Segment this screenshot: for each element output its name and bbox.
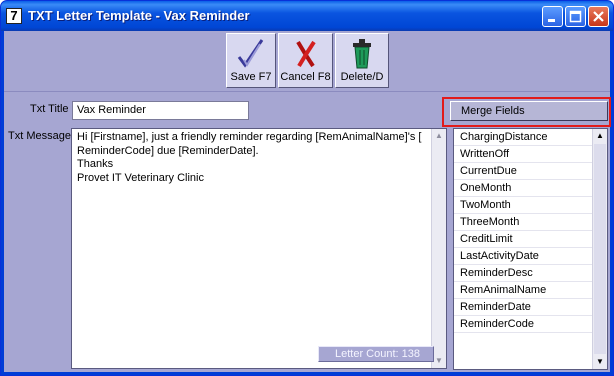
- window-title: TXT Letter Template - Vax Reminder: [28, 8, 250, 23]
- txt-title-label: Txt Title: [30, 103, 69, 115]
- letter-count: Letter Count: 138: [318, 346, 434, 362]
- merge-field-item[interactable]: OneMonth: [454, 180, 594, 197]
- cancel-label: Cancel F8: [280, 71, 331, 83]
- txt-message-label: Txt Message: [8, 130, 71, 142]
- txt-message-textarea[interactable]: Hi [Firstname], just a friendly reminder…: [71, 128, 447, 369]
- title-bar[interactable]: 7 TXT Letter Template - Vax Reminder: [1, 1, 613, 31]
- scroll-down-arrow-icon[interactable]: ▼: [432, 354, 446, 368]
- merge-field-item[interactable]: CurrentDue: [454, 163, 594, 180]
- scroll-up-arrow-icon[interactable]: ▲: [432, 129, 446, 143]
- trash-can-icon: [353, 39, 371, 69]
- delete-button[interactable]: Delete/D: [335, 33, 389, 88]
- cancel-button[interactable]: Cancel F8: [278, 33, 333, 88]
- minimize-icon: [548, 19, 555, 22]
- minimize-button[interactable]: [542, 6, 563, 27]
- app-icon: 7: [6, 8, 22, 24]
- merge-field-item[interactable]: LastActivityDate: [454, 248, 594, 265]
- scrollbar-thumb[interactable]: [594, 144, 606, 354]
- save-button[interactable]: Save F7: [226, 33, 276, 88]
- close-button[interactable]: [588, 6, 609, 27]
- delete-label: Delete/D: [340, 71, 384, 83]
- merge-fields-scrollbar[interactable]: ▲ ▼: [592, 129, 607, 369]
- app-window: 7 TXT Letter Template - Vax Reminder Sav…: [0, 0, 614, 376]
- scroll-up-arrow-icon[interactable]: ▲: [593, 129, 607, 143]
- client-area: Save F7 Cancel F8 Delete/D Txt Title Vax…: [4, 31, 611, 372]
- txt-title-input[interactable]: Vax Reminder: [72, 101, 249, 120]
- close-icon: [593, 11, 604, 22]
- merge-field-item[interactable]: RemAnimalName: [454, 282, 594, 299]
- scroll-down-arrow-icon[interactable]: ▼: [593, 355, 607, 369]
- merge-field-item[interactable]: WrittenOff: [454, 146, 594, 163]
- maximize-button[interactable]: [565, 6, 586, 27]
- message-text[interactable]: Hi [Firstname], just a friendly reminder…: [77, 131, 427, 185]
- pencil-check-icon: [237, 39, 264, 68]
- merge-fields-button[interactable]: Merge Fields: [450, 101, 608, 121]
- maximize-icon: [569, 10, 582, 23]
- red-x-icon: [295, 40, 316, 68]
- merge-field-item[interactable]: ThreeMonth: [454, 214, 594, 231]
- save-label: Save F7: [230, 71, 272, 83]
- toolbar: Save F7 Cancel F8 Delete/D: [4, 31, 610, 92]
- message-scrollbar[interactable]: ▲ ▼: [431, 129, 446, 368]
- merge-field-item[interactable]: ReminderDesc: [454, 265, 594, 282]
- merge-field-item[interactable]: CreditLimit: [454, 231, 594, 248]
- merge-fields-list[interactable]: ChargingDistance WrittenOff CurrentDue O…: [453, 128, 608, 370]
- merge-field-item[interactable]: ChargingDistance: [454, 129, 594, 146]
- merge-field-item[interactable]: TwoMonth: [454, 197, 594, 214]
- merge-field-item[interactable]: ReminderDate: [454, 299, 594, 316]
- merge-field-item[interactable]: ReminderCode: [454, 316, 594, 333]
